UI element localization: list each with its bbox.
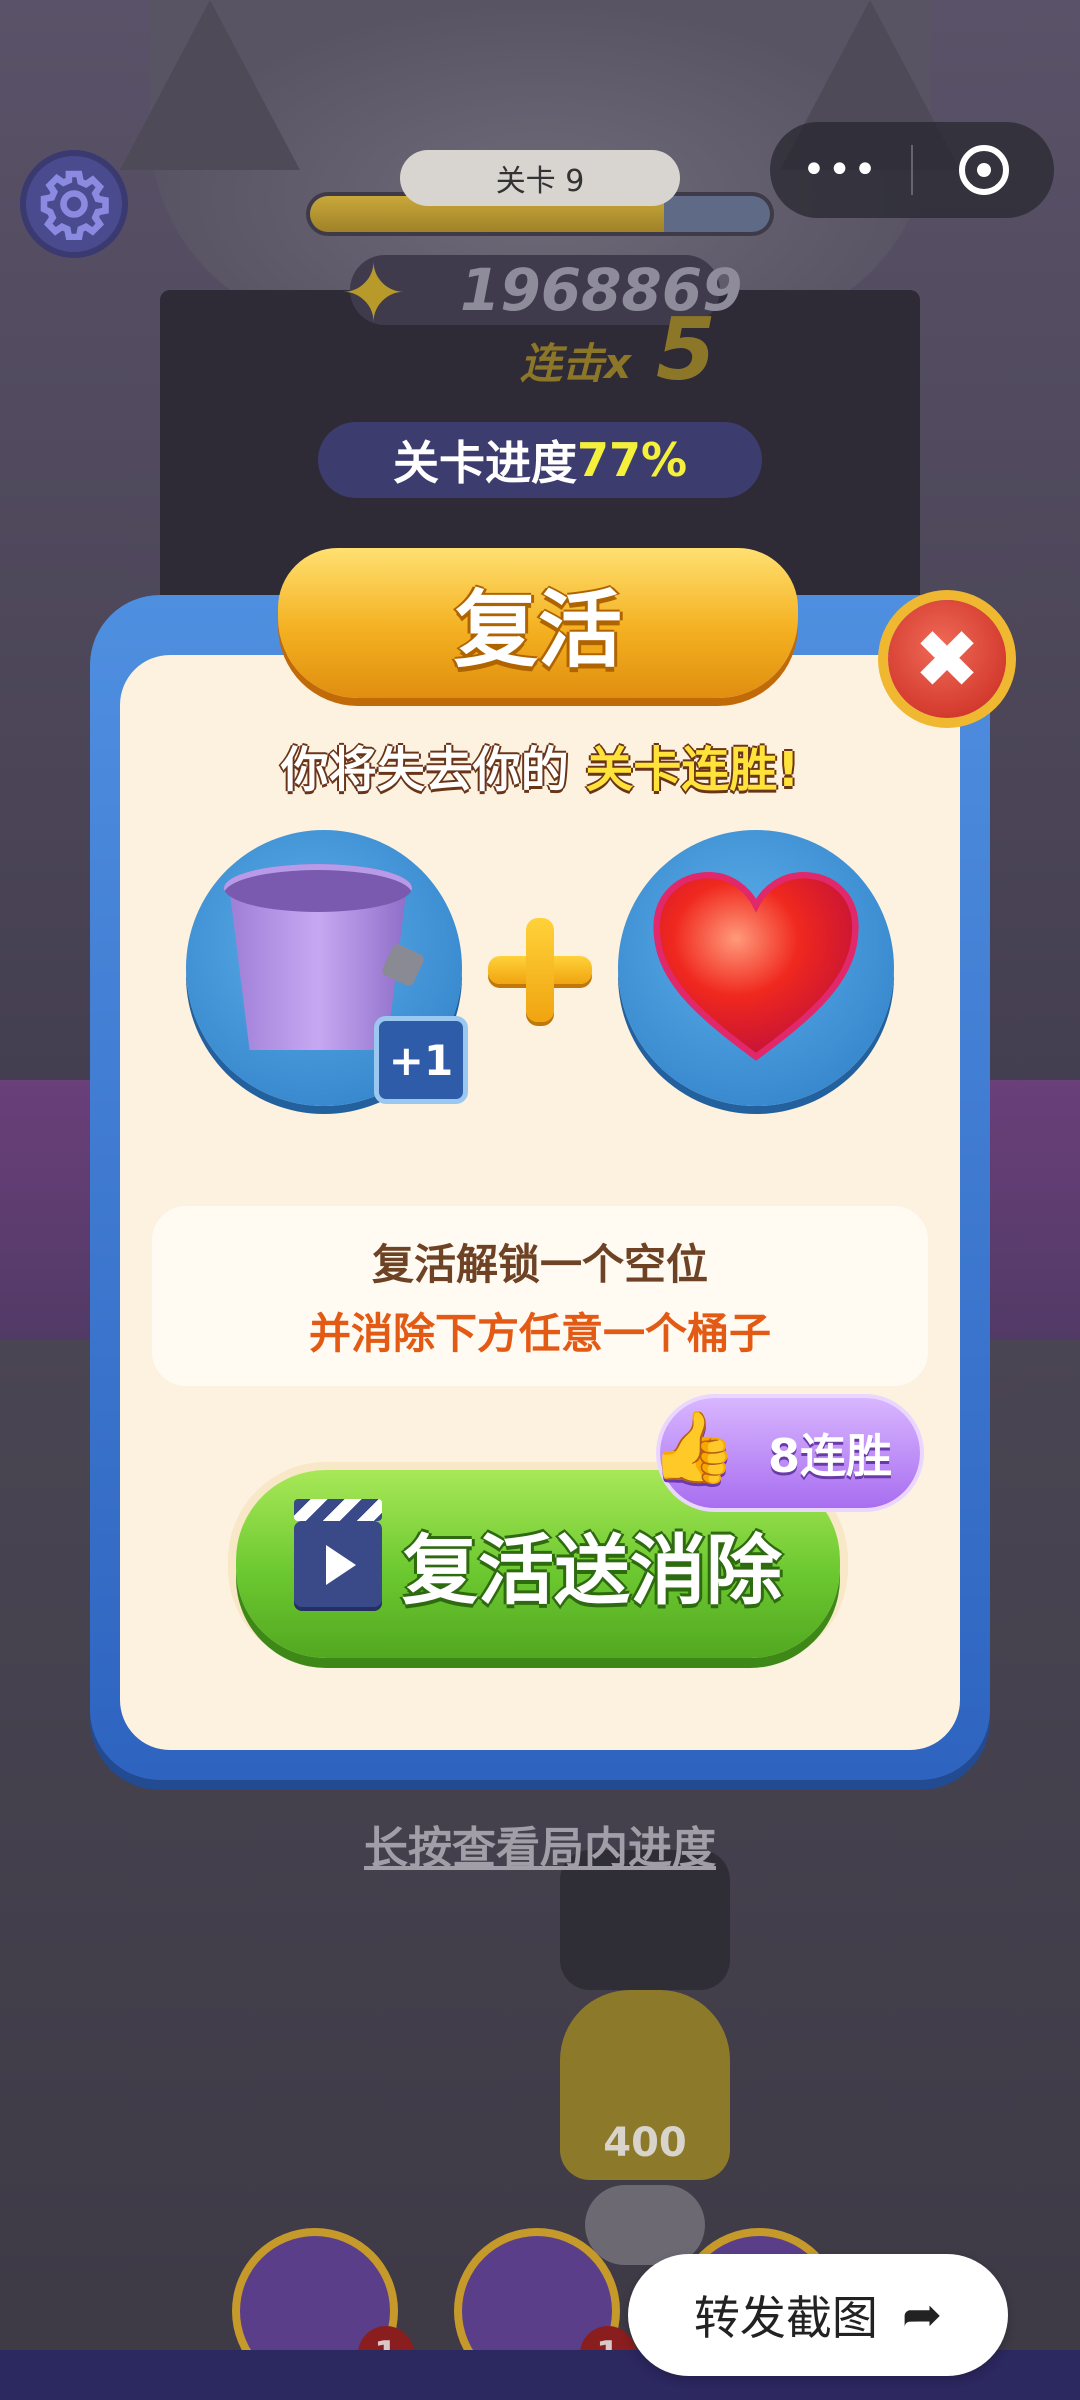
more-button[interactable]: ••• (770, 122, 911, 218)
mini-program-capsule: ••• (770, 122, 1054, 218)
close-icon: ✖ (913, 612, 981, 706)
heart-reward (618, 830, 894, 1106)
stage-progress-value: 77% (576, 433, 688, 487)
streak-badge-label: 8连胜 (767, 1429, 892, 1483)
gear-icon (40, 170, 109, 240)
stage-progress-label: 关卡进度 (392, 436, 577, 490)
combo-value: 5 (656, 300, 716, 400)
video-clapper-icon (294, 1499, 382, 1607)
revive-info: 复活解锁一个空位 并消除下方任意一个桶子 (152, 1206, 928, 1386)
share-label: 转发截图 (693, 2291, 878, 2345)
thumbs-up-icon: 👍 (650, 1406, 738, 1488)
warning-text: 你将失去你的 (280, 742, 586, 798)
cat-ear-left (120, 0, 300, 170)
combo-label: 连击x (520, 339, 632, 388)
bucket-reward: +1 (186, 830, 468, 1106)
stage-progress-pill: 关卡进度 77% (318, 422, 762, 498)
revive-button-label: 复活送消除 (402, 1526, 782, 1615)
level-label: 关卡 9 (400, 150, 680, 206)
plus-icon (488, 918, 592, 1022)
star-icon: ✦ (340, 247, 408, 340)
warning-highlight: 关卡连胜! (585, 742, 800, 798)
bucket-rim (224, 864, 412, 912)
settings-button[interactable] (20, 150, 128, 258)
heart-icon (653, 872, 859, 1061)
streak-warning: 你将失去你的 关卡连胜! (120, 730, 960, 800)
close-button[interactable]: ✖ (888, 600, 1006, 718)
bucket-count: 400 (603, 2120, 687, 2166)
more-dots-icon: ••• (802, 147, 879, 193)
dialog-title: 复活 (278, 548, 798, 698)
share-screenshot-button[interactable]: 转发截图 ➦ (628, 2254, 1008, 2376)
target-icon (958, 145, 1009, 195)
info-line-2: 并消除下方任意一个桶子 (308, 1309, 771, 1358)
share-arrow-icon: ➦ (901, 2287, 943, 2343)
reward-badge: +1 (374, 1016, 468, 1104)
exit-button[interactable] (913, 122, 1054, 218)
long-press-hint[interactable]: 长按查看局内进度 (0, 1812, 1080, 1876)
playfield-bucket-white (585, 2185, 705, 2265)
streak-badge: 👍 8连胜 (650, 1398, 920, 1508)
info-line-1: 复活解锁一个空位 (371, 1240, 708, 1289)
